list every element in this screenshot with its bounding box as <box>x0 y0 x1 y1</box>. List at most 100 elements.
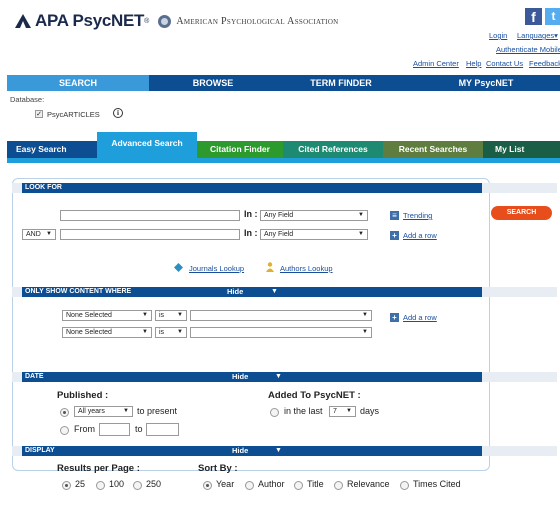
login-link[interactable]: Login <box>489 31 507 40</box>
languages-link[interactable]: Languages▾ <box>517 31 558 40</box>
all-years-select[interactable]: All years ▼ <box>74 406 133 417</box>
chevron-down-icon[interactable]: ▼ <box>275 372 282 382</box>
tab-recent-searches[interactable]: Recent Searches <box>383 141 483 158</box>
results-100-label: 100 <box>109 479 125 489</box>
to-year-input[interactable] <box>146 423 179 436</box>
content-field-select-2[interactable]: None Selected ▼ <box>62 327 152 338</box>
nav-my-psycnet[interactable]: MY PsycNET <box>405 75 560 91</box>
content-op-value-2: is <box>159 329 165 336</box>
results-250-label: 250 <box>146 479 162 489</box>
field-select-1[interactable]: Any Field ▼ <box>260 210 368 221</box>
to-label: to <box>135 424 143 434</box>
journals-lookup-link[interactable]: Journals Lookup <box>189 264 244 273</box>
from-label: From <box>74 424 95 434</box>
content-field-select-1[interactable]: None Selected ▼ <box>62 310 152 321</box>
journals-lookup-icon <box>174 263 183 272</box>
content-add-row-link[interactable]: Add a row <box>403 313 437 322</box>
field-select-2-value: Any Field <box>264 231 294 238</box>
content-value-select-2[interactable]: ▼ <box>190 327 372 338</box>
field-select-1-value: Any Field <box>264 212 294 219</box>
help-link[interactable]: Help <box>466 59 481 68</box>
trending-link[interactable]: Trending <box>403 211 432 220</box>
search-term-input-2[interactable] <box>60 229 240 240</box>
date-title: DATE <box>25 373 44 380</box>
chevron-down-icon: ▼ <box>142 329 148 335</box>
sort-times-cited-radio[interactable] <box>400 481 409 490</box>
authors-lookup-link[interactable]: Authors Lookup <box>280 264 333 273</box>
chevron-down-icon: ▼ <box>177 329 183 335</box>
to-present-label: to present <box>137 406 178 416</box>
content-field-value-1: None Selected <box>66 312 112 319</box>
add-row-link[interactable]: Add a row <box>403 231 437 240</box>
display-header: DISPLAY Hide ▼ <box>22 446 482 456</box>
registered-mark: ® <box>144 17 150 25</box>
chevron-down-icon[interactable]: ▼ <box>271 287 278 297</box>
date-hide-toggle[interactable]: Hide <box>232 372 248 382</box>
nav-search[interactable]: SEARCH <box>7 75 149 91</box>
contact-us-link[interactable]: Contact Us <box>486 59 523 68</box>
search-term-input-1[interactable] <box>60 210 240 221</box>
results-25-radio[interactable] <box>62 481 71 490</box>
tab-my-list[interactable]: My List <box>483 141 560 158</box>
content-op-value-1: is <box>159 312 165 319</box>
in-the-last-label: in the last <box>284 406 323 416</box>
look-for-header: LOOK FOR <box>22 183 482 193</box>
display-hide-toggle[interactable]: Hide <box>232 446 248 456</box>
main-nav: SEARCH BROWSE TERM FINDER MY PsycNET <box>7 75 560 91</box>
database-name: PsycARTICLES <box>47 110 100 119</box>
tab-cited-references[interactable]: Cited References <box>283 141 383 158</box>
chevron-down-icon[interactable]: ▼ <box>275 446 282 456</box>
content-value-select-1[interactable]: ▼ <box>190 310 372 321</box>
in-the-last-radio[interactable] <box>270 408 279 417</box>
nav-term-finder[interactable]: TERM FINDER <box>277 75 405 91</box>
sort-relevance-radio[interactable] <box>334 481 343 490</box>
tab-underline <box>7 158 560 163</box>
admin-center-link[interactable]: Admin Center <box>413 59 459 68</box>
results-250-radio[interactable] <box>133 481 142 490</box>
days-select[interactable]: 7 ▼ <box>329 406 356 417</box>
sort-year-label: Year <box>216 479 235 489</box>
days-label: days <box>360 406 380 416</box>
results-100-radio[interactable] <box>96 481 105 490</box>
nav-browse[interactable]: BROWSE <box>149 75 277 91</box>
chevron-down-icon: ▼ <box>358 212 364 218</box>
date-range-radio[interactable] <box>60 426 69 435</box>
association-name: American Psychological Association <box>176 15 339 27</box>
operator-value: AND <box>26 231 41 238</box>
chevron-down-icon: ▼ <box>46 231 52 237</box>
sort-title-label: Title <box>307 479 324 489</box>
field-select-2[interactable]: Any Field ▼ <box>260 229 368 240</box>
feedback-link[interactable]: Feedback <box>529 59 560 68</box>
product-name: APA PsycNET <box>35 11 145 30</box>
search-button[interactable]: SEARCH <box>491 206 552 220</box>
info-icon[interactable]: i <box>113 108 123 118</box>
only-show-title: ONLY SHOW CONTENT WHERE <box>25 288 132 295</box>
psycarticles-checkbox[interactable]: ✓ <box>35 110 43 118</box>
content-op-select-2[interactable]: is ▼ <box>155 327 187 338</box>
operator-select[interactable]: AND ▼ <box>22 229 56 240</box>
add-row-icon: + <box>390 313 399 322</box>
content-field-value-2: None Selected <box>66 329 112 336</box>
sort-times-cited-label: Times Cited <box>413 479 461 489</box>
facebook-icon[interactable]: f <box>525 8 542 25</box>
content-op-select-1[interactable]: is ▼ <box>155 310 187 321</box>
from-year-input[interactable] <box>99 423 130 436</box>
sort-title-radio[interactable] <box>294 481 303 490</box>
all-years-value: All years <box>78 408 105 415</box>
tab-citation-finder[interactable]: Citation Finder <box>197 141 283 158</box>
in-label-2: In : <box>244 228 258 238</box>
chevron-down-icon: ▼ <box>358 231 364 237</box>
in-label-1: In : <box>244 209 258 219</box>
add-row-icon: + <box>390 231 399 240</box>
sort-author-radio[interactable] <box>245 481 254 490</box>
authenticate-mobile-link[interactable]: Authenticate Mobile <box>496 45 560 54</box>
twitter-icon[interactable]: t <box>545 8 560 25</box>
tab-easy-search[interactable]: Easy Search <box>7 141 97 158</box>
only-show-hide-toggle[interactable]: Hide <box>227 287 243 297</box>
all-years-radio[interactable] <box>60 408 69 417</box>
tab-advanced-search[interactable]: Advanced Search <box>97 132 197 158</box>
chevron-down-icon: ▼ <box>362 312 368 318</box>
apa-seal-icon <box>158 14 172 28</box>
sort-year-radio[interactable] <box>203 481 212 490</box>
published-label: Published : <box>57 390 109 401</box>
